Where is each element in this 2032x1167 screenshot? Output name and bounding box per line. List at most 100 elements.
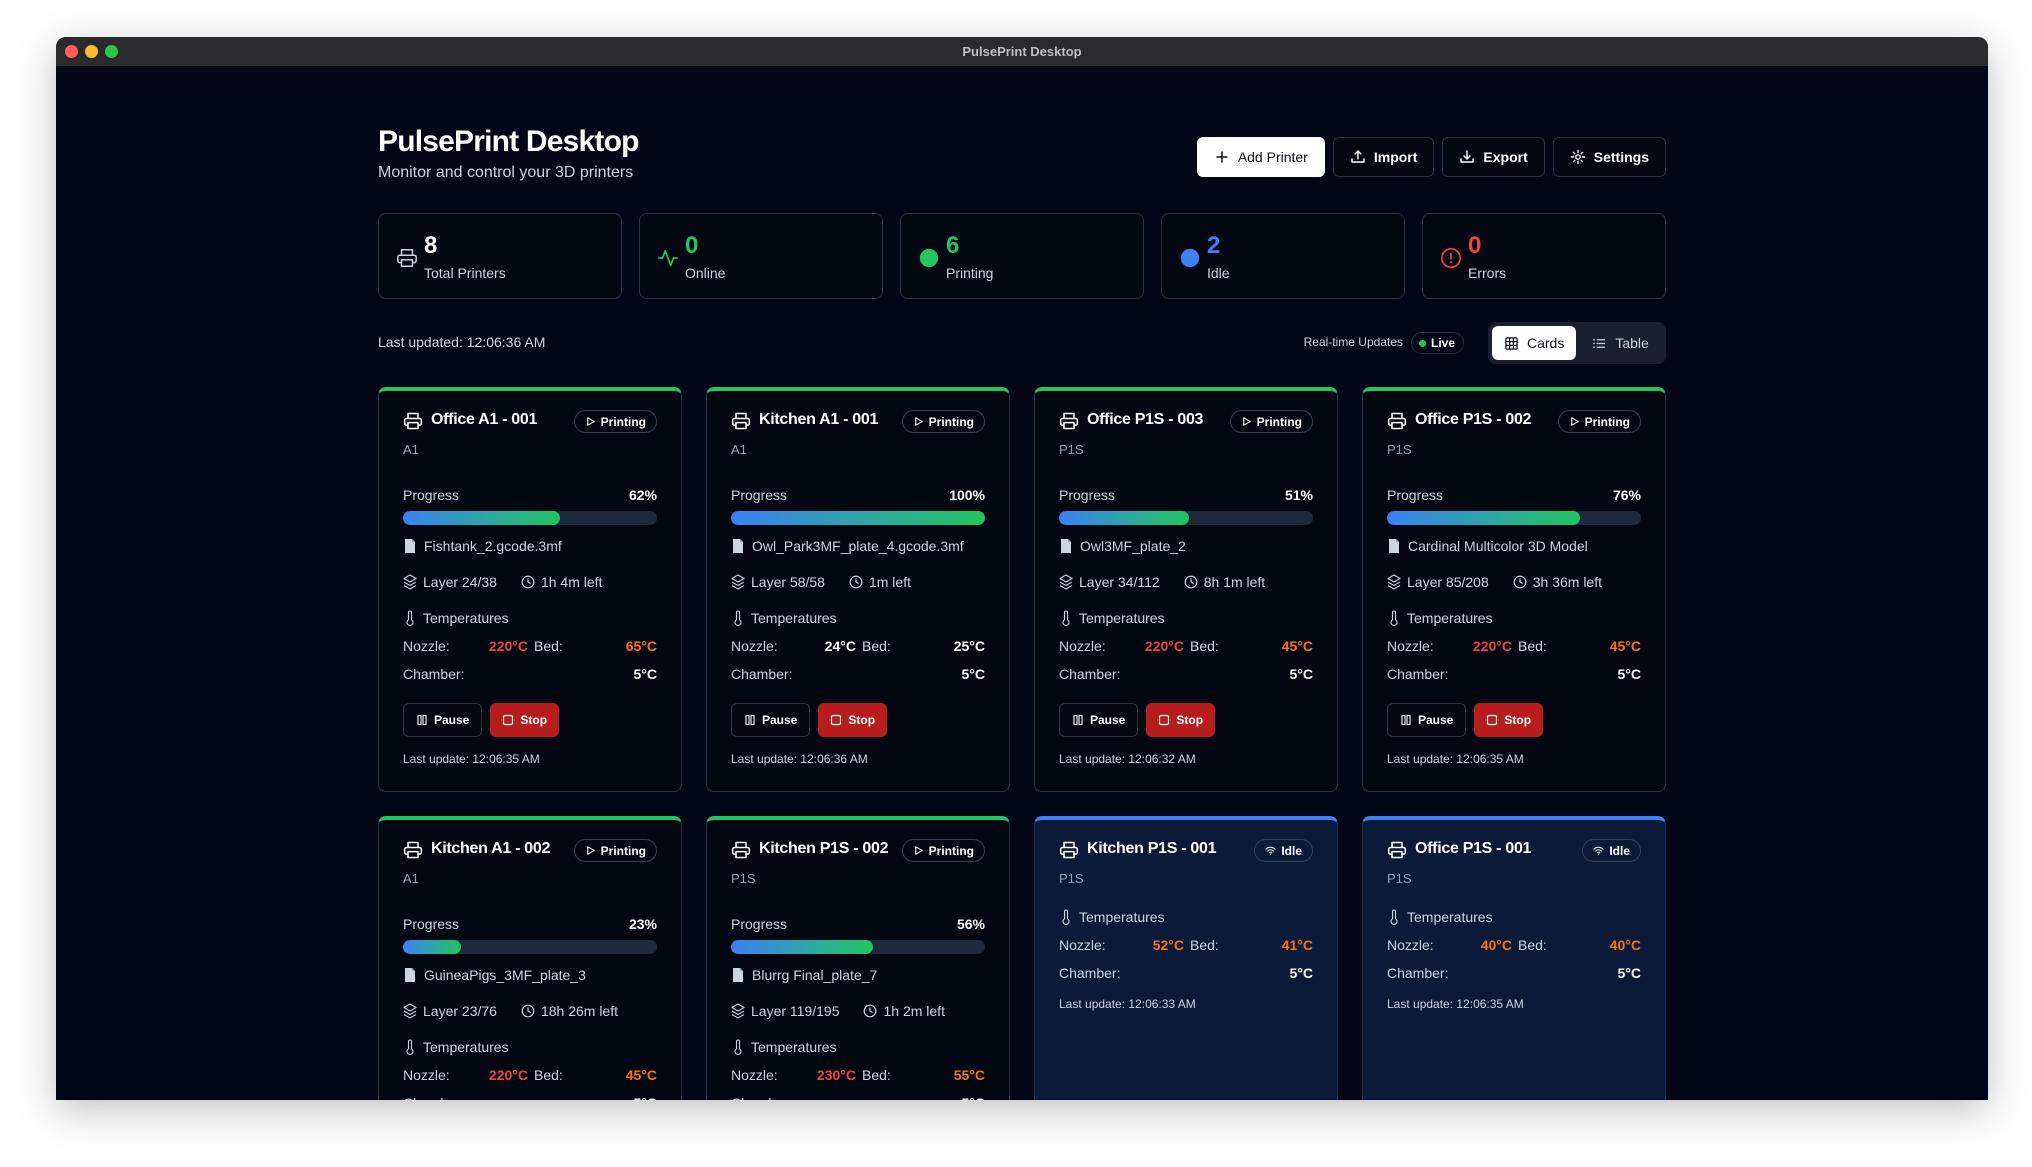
status-label: Printing [600,843,646,858]
cards-view-button[interactable]: Cards [1492,326,1577,360]
layer-label: Layer 23/76 [423,1003,497,1019]
chamber-temp: 5°C [961,666,986,682]
minimize-window-button[interactable] [85,45,98,58]
progress-fill [731,940,874,954]
stop-label: Stop [1504,713,1532,727]
layer-label: Layer 119/195 [751,1003,840,1019]
clock-icon [1184,575,1198,589]
clock-icon [521,1004,535,1018]
list-icon [1593,338,1606,348]
layers-icon [1387,574,1401,590]
bed-temp: 40°C [1609,937,1641,953]
printer-card[interactable]: Kitchen P1S - 001 Idle P1S Temperatures Noz… [1034,816,1338,1100]
thermometer-icon [1390,909,1398,925]
progress-fill [1387,511,1581,525]
temperatures-label: Temperatures [751,610,837,626]
view-toggle: Cards Table [1488,322,1666,364]
printer-card[interactable]: Office P1S - 002 Printing P1S Progress 76% Ca… [1362,387,1666,792]
live-badge[interactable]: Live [1411,332,1465,354]
activity-icon [658,249,678,267]
printer-name: Office P1S - 003 [1087,411,1204,428]
temp-row-nozzle-bed: Nozzle: 220°C Bed: 45°C [1387,638,1641,656]
plus-icon [1216,151,1228,163]
printer-card[interactable]: Kitchen A1 - 001 Printing A1 Progress 100% Ow… [706,387,1010,792]
settings-button[interactable]: Settings [1552,137,1666,177]
printer-model: A1 [731,442,747,457]
add-printer-label: Add Printer [1237,149,1308,165]
file-name: Owl3MF_plate_2 [1059,538,1186,554]
temperatures-label: Temperatures [751,1039,837,1055]
layer-label: Layer 24/38 [423,574,497,590]
temperatures-heading: Temperatures [731,610,837,626]
layer-label: Layer 34/112 [1079,574,1160,590]
temperatures-heading: Temperatures [1387,909,1493,925]
printer-icon [731,412,751,430]
pause-button[interactable]: Pause [403,703,483,737]
play-icon [914,846,923,855]
stop-button[interactable]: Stop [1474,703,1544,737]
nozzle-temp: 52°C [1152,937,1184,953]
grid-icon [1505,336,1518,350]
time-left-label: 1h 2m left [883,1003,945,1019]
pause-button[interactable]: Pause [731,703,811,737]
last-updated-text: Last updated: 12:06:36 AM [378,334,546,350]
thermometer-icon [734,610,742,626]
thermometer-icon [1390,610,1398,626]
pause-label: Pause [762,713,798,727]
pause-button[interactable]: Pause [1387,703,1467,737]
pause-icon [1073,714,1083,726]
nozzle-temp: 24°C [824,638,856,654]
progress-label: Progress [731,487,788,503]
printer-card[interactable]: Office A1 - 001 Printing A1 Progress 62% Fish… [378,387,682,792]
printer-model: A1 [403,871,419,886]
import-button[interactable]: Import [1332,137,1435,177]
live-dot-icon [1419,339,1426,347]
table-view-button[interactable]: Table [1580,326,1660,360]
download-icon [1460,150,1475,163]
toolbar: Last updated: 12:06:36 AM Real-time Upda… [378,322,1666,364]
chamber-label: Chamber: [1059,965,1121,981]
zoom-window-button[interactable] [105,45,118,58]
export-button[interactable]: Export [1442,137,1545,177]
pause-icon [417,714,427,726]
temperatures-label: Temperatures [423,1039,509,1055]
add-printer-button[interactable]: Add Printer [1196,137,1325,177]
printer-card[interactable]: Office P1S - 001 Idle P1S Temperatures Nozz… [1362,816,1666,1100]
stat-online: 0 Online [639,213,883,299]
file-name: Cardinal Multicolor 3D Model [1387,538,1588,554]
export-label: Export [1483,149,1528,165]
layer-info: Layer 34/112 8h 1m left [1059,574,1265,590]
progress-fill [731,511,985,525]
close-window-button[interactable] [65,45,78,58]
bed-label: Bed: [1518,937,1547,953]
nozzle-label: Nozzle: [1059,937,1106,953]
import-label: Import [1373,149,1418,165]
temp-row-nozzle-bed: Nozzle: 52°C Bed: 41°C [1059,937,1313,955]
printer-card[interactable]: Kitchen P1S - 002 Printing P1S Progress 56% B… [706,816,1010,1100]
stop-button[interactable]: Stop [490,703,560,737]
pause-button[interactable]: Pause [1059,703,1139,737]
printer-card[interactable]: Kitchen A1 - 002 Printing A1 Progress 23% Gui… [378,816,682,1100]
printer-icon [1387,412,1407,430]
stop-button[interactable]: Stop [1146,703,1216,737]
play-icon [586,846,595,855]
temperatures-heading: Temperatures [403,610,509,626]
printer-icon [731,841,751,859]
status-badge: Printing [1557,410,1641,433]
alert-circle-icon [1441,248,1461,268]
nozzle-temp: 220°C [1144,638,1184,654]
thermometer-icon [406,610,414,626]
printer-card[interactable]: Office P1S - 003 Printing P1S Progress 51% Ow… [1034,387,1338,792]
temp-row-chamber: Chamber: 5°C [1059,666,1313,684]
printer-name: Office A1 - 001 [431,411,538,428]
nozzle-label: Nozzle: [1387,937,1434,953]
progress-fill [1059,511,1189,525]
progress-bar [403,511,657,525]
printer-model: A1 [403,442,419,457]
bed-temp: 65°C [625,638,657,654]
stat-value: 6 [946,232,960,259]
stop-icon [1159,714,1170,726]
chamber-label: Chamber: [403,1095,464,1100]
chamber-label: Chamber: [1387,965,1449,981]
stop-button[interactable]: Stop [818,703,888,737]
